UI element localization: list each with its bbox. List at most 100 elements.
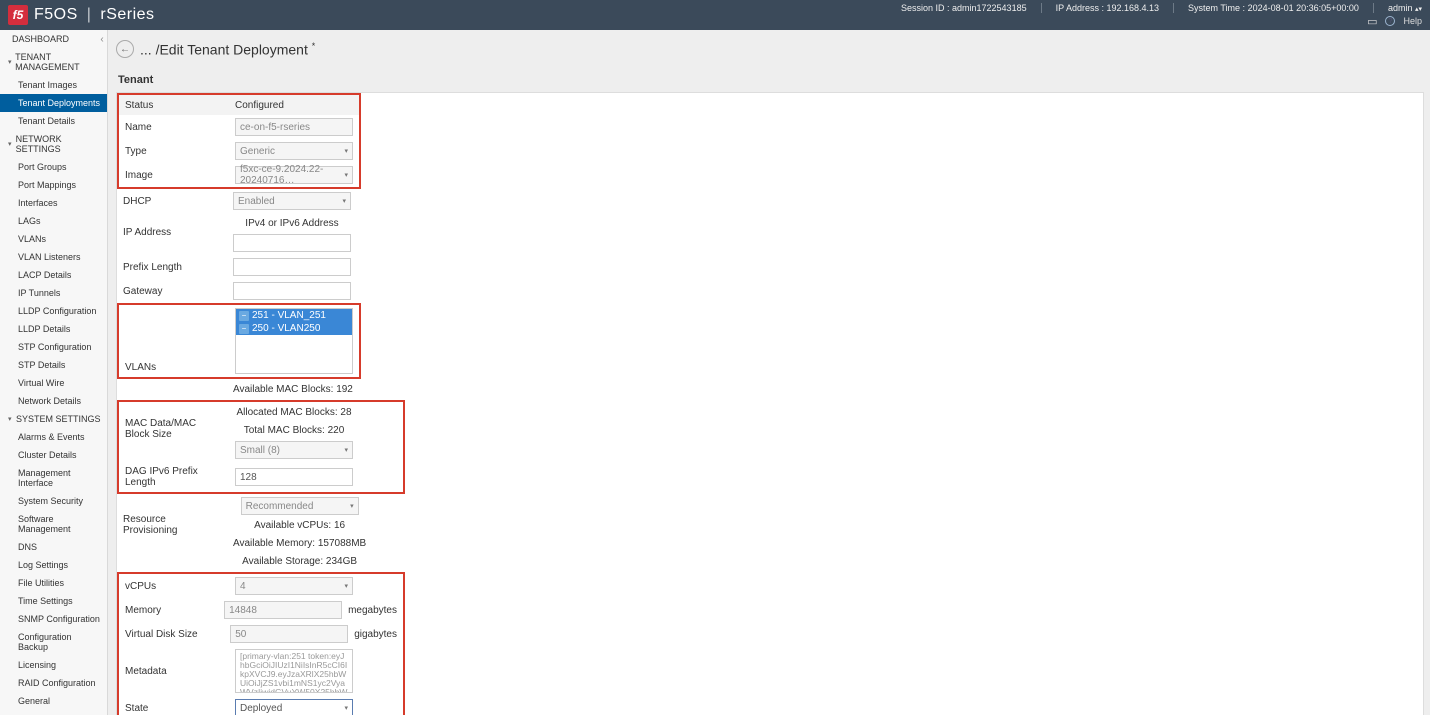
avail-storage-text: Available Storage: 234GB <box>242 554 357 569</box>
nav-lldp-config[interactable]: LLDP Configuration <box>0 302 107 320</box>
vcpus-select[interactable]: 4▾ <box>235 577 353 595</box>
dhcp-label: DHCP <box>117 192 227 211</box>
nav-cluster-details[interactable]: Cluster Details <box>0 446 107 464</box>
nav-lags[interactable]: LAGs <box>0 212 107 230</box>
nav-ip-tunnels[interactable]: IP Tunnels <box>0 284 107 302</box>
nav-system-settings[interactable]: ▾SYSTEM SETTINGS <box>0 410 107 428</box>
metadata-textarea[interactable] <box>235 649 353 693</box>
back-button[interactable]: ← <box>116 40 134 58</box>
nav-tenant-details[interactable]: Tenant Details <box>0 112 107 130</box>
mac-block-label: MAC Data/MAC Block Size <box>119 402 229 444</box>
name-input[interactable] <box>235 118 353 136</box>
nav-interfaces[interactable]: Interfaces <box>0 194 107 212</box>
avail-vcpu-text: Available vCPUs: 16 <box>254 518 345 533</box>
nav-mgmt-interface[interactable]: Management Interface <box>0 464 107 492</box>
sidebar-collapse-icon[interactable]: ‹ <box>97 34 107 48</box>
top-bar: f5 F5OS | rSeries Session ID : admin1722… <box>0 0 1430 30</box>
state-label: State <box>119 699 229 715</box>
type-label: Type <box>119 142 229 161</box>
vlans-listbox[interactable]: −251 - VLAN_251 −250 - VLAN250 <box>235 308 353 374</box>
nav-network-details[interactable]: Network Details <box>0 392 107 410</box>
nav-network-settings[interactable]: ▾NETWORK SETTINGS <box>0 130 107 158</box>
gateway-input[interactable] <box>233 282 351 300</box>
nav-log-settings[interactable]: Log Settings <box>0 556 107 574</box>
dag-input[interactable] <box>235 468 353 486</box>
vlans-label: VLANs <box>119 305 229 377</box>
nav-stp-config[interactable]: STP Configuration <box>0 338 107 356</box>
mac-size-select[interactable]: Small (8)▾ <box>235 441 353 459</box>
help-icon[interactable]: ? <box>1385 16 1395 26</box>
sidebar: ‹ DASHBOARD ▾TENANT MANAGEMENT Tenant Im… <box>0 30 108 715</box>
dhcp-select[interactable]: Enabled▾ <box>233 192 351 210</box>
vlan-item-250[interactable]: −250 - VLAN250 <box>236 322 352 335</box>
gateway-label: Gateway <box>117 282 227 301</box>
f5-logo: f5 <box>8 5 28 25</box>
vlan-item-251[interactable]: −251 - VLAN_251 <box>236 309 352 322</box>
separator <box>1373 3 1374 13</box>
nav-system-details[interactable]: System Details <box>0 710 107 715</box>
nav-stp-details[interactable]: STP Details <box>0 356 107 374</box>
section-tenant-title: Tenant <box>118 74 1422 86</box>
nav-lacp-details[interactable]: LACP Details <box>0 266 107 284</box>
user-menu[interactable]: admin ▴▾ <box>1388 3 1422 13</box>
topbar-right: Session ID : admin1722543185 IP Address … <box>901 0 1422 30</box>
memory-input[interactable] <box>224 601 342 619</box>
nav-dns[interactable]: DNS <box>0 538 107 556</box>
nav-software-mgmt[interactable]: Software Management <box>0 510 107 538</box>
nav-general[interactable]: General <box>0 692 107 710</box>
memory-label: Memory <box>119 601 218 620</box>
remove-icon[interactable]: − <box>239 311 249 321</box>
nav-lldp-details[interactable]: LLDP Details <box>0 320 107 338</box>
nav-alarms[interactable]: Alarms & Events <box>0 428 107 446</box>
prefix-input[interactable] <box>233 258 351 276</box>
nav-dashboard[interactable]: DASHBOARD <box>0 30 107 48</box>
ip-input[interactable] <box>233 234 351 252</box>
total-mac-text: Total MAC Blocks: 220 <box>244 423 345 438</box>
nav-vlans[interactable]: VLANs <box>0 230 107 248</box>
breadcrumb[interactable]: ... /Edit Tenant Deployment * <box>140 41 315 58</box>
remove-icon[interactable]: − <box>239 324 249 334</box>
state-select[interactable]: Deployed▾ <box>235 699 353 715</box>
nav-file-utilities[interactable]: File Utilities <box>0 574 107 592</box>
memory-unit: megabytes <box>348 605 397 616</box>
nav-tenant-deployments[interactable]: Tenant Deployments <box>0 94 107 112</box>
nav-tenant-mgmt[interactable]: ▾TENANT MANAGEMENT <box>0 48 107 76</box>
disk-input[interactable] <box>230 625 348 643</box>
session-id-label: Session ID : admin1722543185 <box>901 3 1027 13</box>
ip-address-label: IP Address : 192.168.4.13 <box>1056 3 1159 13</box>
main-content: ← ... /Edit Tenant Deployment * Tenant S… <box>108 30 1430 715</box>
nav-port-groups[interactable]: Port Groups <box>0 158 107 176</box>
alloc-mac-text: Allocated MAC Blocks: 28 <box>236 405 351 420</box>
avail-mem-text: Available Memory: 157088MB <box>233 536 366 551</box>
brand-separator: | <box>87 6 92 23</box>
metadata-label: Metadata <box>119 662 229 681</box>
brand-title: F5OS | rSeries <box>34 6 155 24</box>
nav-system-security[interactable]: System Security <box>0 492 107 510</box>
nav-raid-config[interactable]: RAID Configuration <box>0 674 107 692</box>
ip-label: IP Address <box>117 213 227 242</box>
nav-licensing[interactable]: Licensing <box>0 656 107 674</box>
nav-vlan-listeners[interactable]: VLAN Listeners <box>0 248 107 266</box>
help-link[interactable]: Help <box>1403 16 1422 26</box>
resource-select[interactable]: Recommended▾ <box>241 497 359 515</box>
brand-right: rSeries <box>100 6 154 23</box>
nav-port-mappings[interactable]: Port Mappings <box>0 176 107 194</box>
vcpus-label: vCPUs <box>119 577 229 596</box>
nav-config-backup[interactable]: Configuration Backup <box>0 628 107 656</box>
separator <box>1041 3 1042 13</box>
guide-icon[interactable]: ▭ <box>1367 15 1377 28</box>
resource-label: Resource Provisioning <box>117 494 227 540</box>
brand-left: F5OS <box>34 6 78 23</box>
nav-tenant-images[interactable]: Tenant Images <box>0 76 107 94</box>
nav-virtual-wire[interactable]: Virtual Wire <box>0 374 107 392</box>
breadcrumb-bar: ← ... /Edit Tenant Deployment * <box>116 36 1422 66</box>
ip-hint: IPv4 or IPv6 Address <box>245 216 338 231</box>
disk-label: Virtual Disk Size <box>119 625 224 644</box>
nav-snmp-config[interactable]: SNMP Configuration <box>0 610 107 628</box>
separator <box>1173 3 1174 13</box>
image-select[interactable]: f5xc-ce-9.2024.22-20240716…▾ <box>235 166 353 184</box>
disk-unit: gigabytes <box>354 629 397 640</box>
image-label: Image <box>119 166 229 185</box>
type-select[interactable]: Generic▾ <box>235 142 353 160</box>
nav-time-settings[interactable]: Time Settings <box>0 592 107 610</box>
